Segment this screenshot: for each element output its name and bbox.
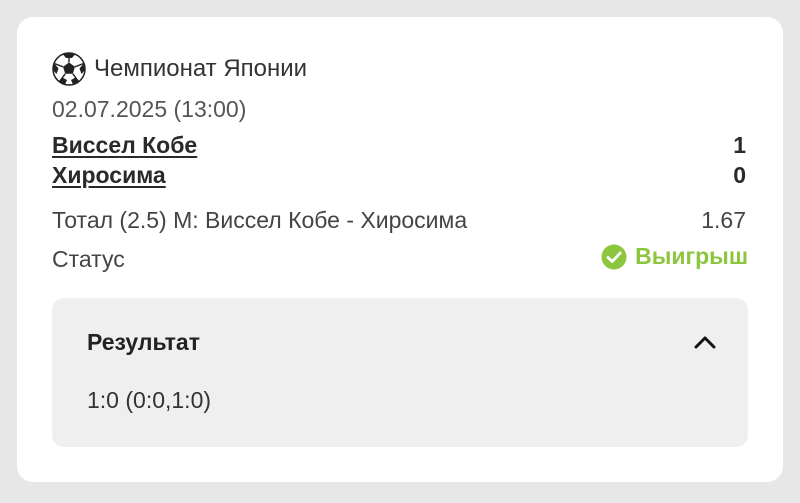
result-title: Результат [87,329,200,355]
league-header: Чемпионат Японии [52,52,307,86]
team-away-score: 0 [733,162,746,188]
chevron-up-icon[interactable] [692,332,718,352]
bet-card: Чемпионат Японии 02.07.2025 (13:00) Висс… [17,17,783,482]
team-away-link[interactable]: Хиросима [52,162,166,189]
bet-odds: 1.67 [701,207,746,233]
status-label: Статус [52,246,125,272]
result-panel: Результат 1:0 (0:0,1:0) [52,298,748,447]
league-name: Чемпионат Японии [94,55,308,82]
bet-description: Тотал (2.5) М: Виссел Кобе - Хиросима [52,207,468,233]
soccer-ball-icon [52,52,86,86]
match-datetime: 02.07.2025 (13:00) [52,96,247,122]
status-badge: Выигрыш [601,243,748,270]
team-home-score: 1 [733,132,746,158]
result-score-detail: 1:0 (0:0,1:0) [87,387,212,413]
status-value: Выигрыш [635,243,748,269]
check-circle-icon [601,244,627,269]
team-home-link[interactable]: Виссел Кобе [52,132,197,159]
